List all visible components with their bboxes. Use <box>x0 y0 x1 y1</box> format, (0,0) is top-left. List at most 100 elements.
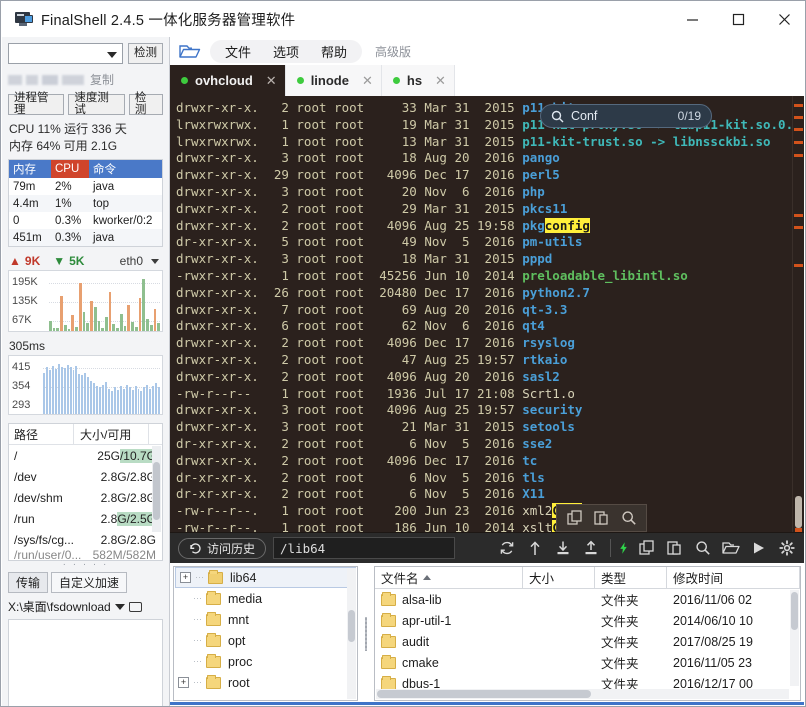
folder-icon <box>381 636 396 648</box>
copy-icon[interactable] <box>638 539 656 557</box>
resize-grip[interactable]: · · · · · <box>2 561 169 569</box>
transfer-list[interactable] <box>8 619 163 706</box>
close-button[interactable] <box>761 1 806 37</box>
tab-ovhcloud[interactable]: ovhcloud ✕ <box>170 65 286 96</box>
network-bar <box>71 315 74 331</box>
minimize-button[interactable] <box>669 1 715 37</box>
table-row[interactable]: 451m 0.3% java <box>9 229 162 246</box>
tab-custom-accel[interactable]: 自定义加速 <box>51 572 127 593</box>
close-icon[interactable]: ✕ <box>266 73 277 89</box>
tab-transfer[interactable]: 传输 <box>8 572 48 593</box>
disk-table-scrollbar[interactable] <box>152 446 161 532</box>
paste-icon[interactable] <box>666 539 684 557</box>
close-icon[interactable]: ✕ <box>362 73 373 89</box>
tab-linode[interactable]: linode ✕ <box>286 65 382 96</box>
file-list-hscrollbar[interactable] <box>376 689 789 699</box>
play-icon[interactable] <box>750 539 768 557</box>
table-row[interactable]: 0 0.3% kworker/0:2 <box>9 212 162 229</box>
menu-options[interactable]: 选项 <box>262 40 310 63</box>
chevron-down-icon[interactable] <box>115 604 125 610</box>
process-manager-button[interactable]: 进程管理 <box>8 94 64 115</box>
download-icon[interactable] <box>554 539 572 557</box>
search-query: Conf <box>571 109 671 123</box>
copy-link[interactable]: 复制 <box>90 71 114 88</box>
table-row[interactable]: 79m 2% java <box>9 178 162 195</box>
tree-node-mnt[interactable]: ⋯mnt <box>174 609 357 630</box>
table-row[interactable]: /dev/shm2.8G/2.8G <box>9 487 162 508</box>
terminal-filename: X11 <box>522 486 545 501</box>
table-row[interactable]: /dev2.8G/2.8G <box>9 466 162 487</box>
table-row[interactable]: apr-util-1文件夹2014/06/10 10 <box>375 610 800 631</box>
col-filename[interactable]: 文件名 <box>375 567 523 588</box>
tree-node-lib64[interactable]: +⋯lib64 <box>175 567 356 588</box>
tree-connector: ⋯ <box>192 656 203 667</box>
table-row[interactable]: /run/user/0...582M/582M <box>9 550 162 560</box>
file-list[interactable]: 文件名 大小 类型 修改时间 alsa-lib文件夹2016/11/06 02a… <box>374 566 801 701</box>
maximize-button[interactable] <box>715 1 761 37</box>
terminal-search-box[interactable]: Conf 0/19 <box>540 104 712 128</box>
disk-usage-table[interactable]: 路径 大小/可用 /25G/10.7G/dev2.8G/2.8G/dev/shm… <box>8 423 163 561</box>
search-icon[interactable] <box>694 539 712 557</box>
network-interface-label[interactable]: eth0 <box>120 254 143 268</box>
access-history-button[interactable]: 访问历史 <box>178 538 266 559</box>
upload-arrow-icon: ▲ <box>9 254 21 268</box>
filename-label: audit <box>402 635 429 649</box>
tree-scrollbar[interactable] <box>347 568 356 699</box>
col-size[interactable]: 大小 <box>523 567 595 588</box>
search-icon[interactable] <box>620 510 637 527</box>
detect-button[interactable]: 检测 <box>129 94 163 115</box>
col-type[interactable]: 类型 <box>595 567 667 588</box>
menu-help[interactable]: 帮助 <box>310 40 358 63</box>
upload-icon[interactable] <box>582 539 600 557</box>
network-bar <box>139 298 142 331</box>
copy-icon[interactable] <box>566 510 583 527</box>
table-row[interactable]: /sys/fs/cg...2.8G/2.8G <box>9 529 162 550</box>
open-folder-icon[interactable] <box>722 539 740 557</box>
directory-tree[interactable]: +⋯lib64⋯media⋯mnt⋯opt⋯proc+⋯root <box>173 566 358 701</box>
speed-test-button[interactable]: 速度测试 <box>68 94 124 115</box>
terminal-panel[interactable]: drwxr-xr-x. 2 root root 33 Mar 31 2015 p… <box>170 96 804 533</box>
tree-node-media[interactable]: ⋯media <box>174 588 357 609</box>
tree-node-label: lib64 <box>230 571 256 585</box>
tree-node-root[interactable]: +⋯root <box>174 672 357 693</box>
tree-node-proc[interactable]: ⋯proc <box>174 651 357 672</box>
table-row[interactable]: 4.4m 1% top <box>9 195 162 212</box>
latency-bar <box>114 387 116 414</box>
tree-connector: ⋯ <box>192 677 203 688</box>
advanced-version-link[interactable]: 高级版 <box>375 43 411 60</box>
open-folder-icon[interactable] <box>179 43 201 60</box>
gear-icon[interactable] <box>778 539 796 557</box>
expand-icon[interactable]: + <box>178 677 189 688</box>
chevron-down-icon[interactable] <box>151 259 159 264</box>
table-row[interactable]: /run2.8G/2.5G <box>9 508 162 529</box>
table-row[interactable]: alsa-lib文件夹2016/11/06 02 <box>375 589 800 610</box>
terminal-scrollbar[interactable] <box>792 96 804 532</box>
table-row[interactable]: audit文件夹2017/08/25 19 <box>375 631 800 652</box>
latency-bar <box>67 365 69 414</box>
refresh-icon[interactable] <box>498 539 516 557</box>
table-row[interactable]: cmake文件夹2016/11/05 23 <box>375 652 800 673</box>
host-combobox[interactable] <box>8 43 123 64</box>
path-input[interactable]: /lib64 <box>273 537 455 559</box>
panel-splitter[interactable] <box>362 566 370 701</box>
sidebar-button-row: 进程管理 速度测试 检测 <box>2 94 169 115</box>
lightning-icon[interactable] <box>610 539 628 557</box>
upload-arrow-icon[interactable] <box>526 539 544 557</box>
latency-label: 305ms <box>9 339 169 353</box>
detect-button-top[interactable]: 检测 <box>128 43 163 64</box>
expand-icon[interactable]: + <box>180 572 191 583</box>
close-icon[interactable]: ✕ <box>435 73 446 89</box>
table-row[interactable]: /25G/10.7G <box>9 445 162 466</box>
status-dot-icon <box>181 77 188 84</box>
open-folder-icon[interactable] <box>129 602 142 612</box>
cell-filename: audit <box>375 635 523 649</box>
process-table-header: 内存 CPU 命令 <box>9 160 162 178</box>
menu-file[interactable]: 文件 <box>214 40 262 63</box>
paste-icon[interactable] <box>593 510 610 527</box>
tree-node-opt[interactable]: ⋯opt <box>174 630 357 651</box>
terminal-line: drwxr-xr-x. 2 root root 4096 Dec 17 2016… <box>176 453 804 470</box>
col-modified[interactable]: 修改时间 <box>667 567 800 588</box>
tab-hs[interactable]: hs ✕ <box>382 65 455 96</box>
file-list-vscrollbar[interactable] <box>790 590 799 686</box>
process-table[interactable]: 内存 CPU 命令 79m 2% java 4.4m 1% top 0 0.3%… <box>8 159 163 247</box>
